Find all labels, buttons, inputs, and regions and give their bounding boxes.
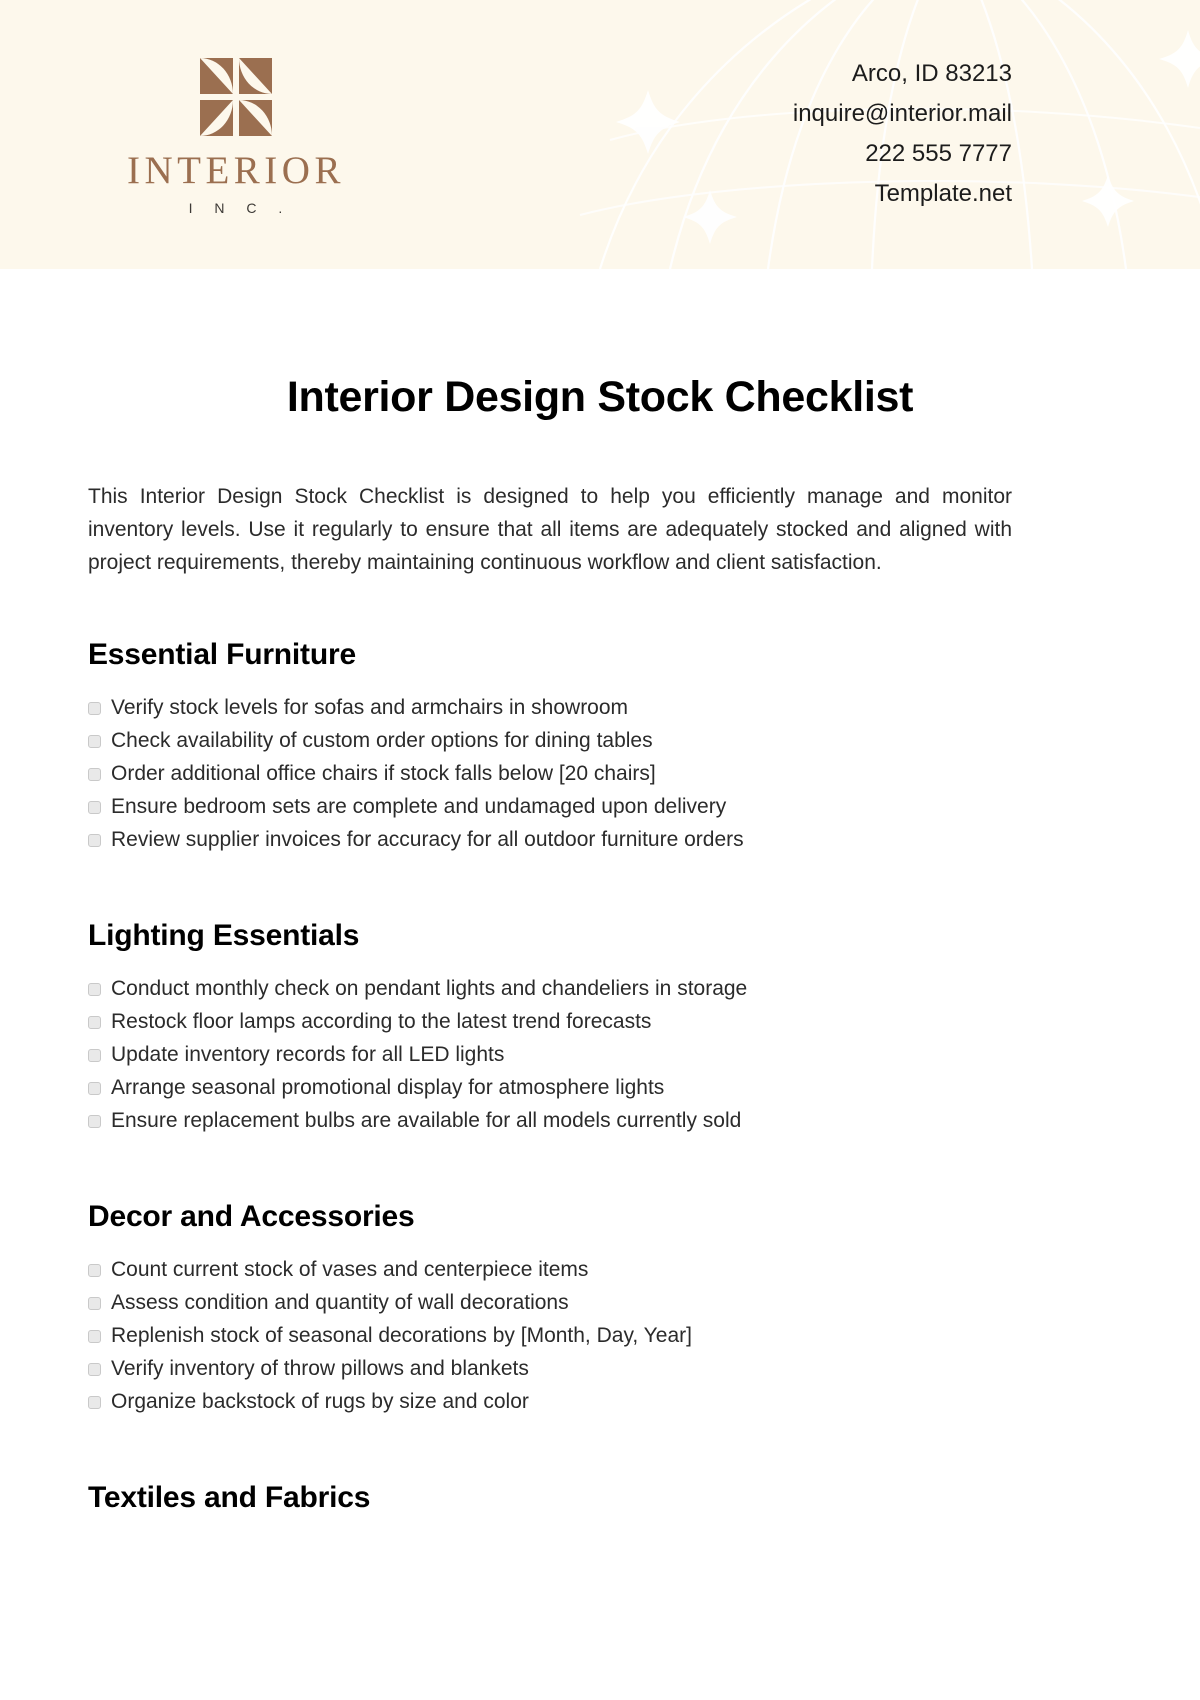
list-item-label: Assess condition and quantity of wall de…: [111, 1291, 569, 1315]
list-item-label: Count current stock of vases and centerp…: [111, 1258, 589, 1282]
list-item[interactable]: Organize backstock of rugs by size and c…: [88, 1389, 1112, 1414]
section-heading: Textiles and Fabrics: [88, 1481, 371, 1515]
list-item-label: Restock floor lamps according to the lat…: [111, 1010, 652, 1034]
checkbox-icon[interactable]: [88, 983, 101, 997]
contact-email[interactable]: inquire@interior.mail: [793, 94, 1012, 134]
list-item[interactable]: Replenish stock of seasonal decorations …: [88, 1323, 1112, 1348]
checklist: Count current stock of vases and centerp…: [88, 1257, 1112, 1414]
checkbox-icon[interactable]: [88, 702, 101, 716]
checkbox-icon[interactable]: [88, 801, 101, 815]
list-item[interactable]: Verify stock levels for sofas and armcha…: [88, 695, 1112, 720]
checkbox-icon[interactable]: [88, 1330, 101, 1344]
checkbox-icon[interactable]: [88, 735, 101, 749]
checkbox-icon[interactable]: [88, 1082, 101, 1096]
list-item-label: Conduct monthly check on pendant lights …: [111, 977, 748, 1001]
list-item-label: Verify stock levels for sofas and armcha…: [111, 696, 629, 720]
list-item[interactable]: Arrange seasonal promotional display for…: [88, 1075, 1112, 1100]
section-essential-furniture: Essential Furniture Verify stock levels …: [88, 637, 1112, 852]
list-item[interactable]: Restock floor lamps according to the lat…: [88, 1009, 1112, 1034]
brand-logo: INTERIOR I N C .: [110, 58, 362, 215]
list-item-label: Organize backstock of rugs by size and c…: [111, 1390, 529, 1414]
logo-wordmark: INTERIOR: [127, 149, 345, 192]
section-textiles-and-fabrics: Textiles and Fabrics: [88, 1480, 1112, 1516]
list-item-label: Arrange seasonal promotional display for…: [111, 1076, 665, 1100]
contact-website[interactable]: Template.net: [793, 174, 1012, 214]
list-item-label: Replenish stock of seasonal decorations …: [111, 1324, 692, 1348]
section-decor-and-accessories: Decor and Accessories Count current stoc…: [88, 1199, 1112, 1414]
checkbox-icon[interactable]: [88, 1016, 101, 1030]
section-heading: Essential Furniture: [88, 638, 356, 672]
list-item-label: Ensure bedroom sets are complete and und…: [111, 795, 727, 819]
page-header: INTERIOR I N C . Arco, ID 83213 inquire@…: [0, 0, 1200, 269]
contact-address: Arco, ID 83213: [851, 60, 1012, 87]
list-item-label: Order additional office chairs if stock …: [111, 762, 656, 786]
checkbox-icon[interactable]: [88, 1264, 101, 1278]
list-item-label: Verify inventory of throw pillows and bl…: [111, 1357, 529, 1381]
checklist: Verify stock levels for sofas and armcha…: [88, 695, 1112, 852]
list-item[interactable]: Assess condition and quantity of wall de…: [88, 1290, 1112, 1315]
list-item[interactable]: Ensure bedroom sets are complete and und…: [88, 794, 1112, 819]
list-item-label: Review supplier invoices for accuracy fo…: [111, 828, 744, 852]
section-heading: Lighting Essentials: [88, 919, 360, 953]
contact-phone[interactable]: 222 555 7777: [793, 134, 1012, 174]
list-item[interactable]: Review supplier invoices for accuracy fo…: [88, 827, 1112, 852]
section-lighting-essentials: Lighting Essentials Conduct monthly chec…: [88, 918, 1112, 1133]
document-body: Interior Design Stock Checklist This Int…: [0, 373, 1200, 1516]
list-item[interactable]: Conduct monthly check on pendant lights …: [88, 976, 1112, 1001]
checkbox-icon[interactable]: [88, 768, 101, 782]
logo-suffix: I N C .: [188, 200, 292, 216]
checklist: Conduct monthly check on pendant lights …: [88, 976, 1112, 1133]
checkbox-icon[interactable]: [88, 1297, 101, 1311]
list-item[interactable]: Update inventory records for all LED lig…: [88, 1042, 1112, 1067]
contact-info: Arco, ID 83213 inquire@interior.mail 222…: [793, 54, 1012, 214]
list-item[interactable]: Count current stock of vases and centerp…: [88, 1257, 1112, 1282]
section-heading: Decor and Accessories: [88, 1200, 415, 1234]
checkbox-icon[interactable]: [88, 1396, 101, 1410]
list-item-label: Check availability of custom order optio…: [111, 729, 653, 753]
intro-paragraph: This Interior Design Stock Checklist is …: [88, 485, 1012, 575]
list-item-label: Ensure replacement bulbs are available f…: [111, 1109, 742, 1133]
checkbox-icon[interactable]: [88, 1115, 101, 1129]
list-item[interactable]: Verify inventory of throw pillows and bl…: [88, 1356, 1112, 1381]
list-item[interactable]: Check availability of custom order optio…: [88, 728, 1112, 753]
page-title: Interior Design Stock Checklist: [286, 373, 914, 421]
list-item[interactable]: Order additional office chairs if stock …: [88, 761, 1112, 786]
checkbox-icon[interactable]: [88, 1049, 101, 1063]
interior-logo-mark-icon: [200, 58, 272, 136]
list-item-label: Update inventory records for all LED lig…: [111, 1043, 505, 1067]
checkbox-icon[interactable]: [88, 1363, 101, 1377]
document-page: INTERIOR I N C . Arco, ID 83213 inquire@…: [0, 0, 1200, 1700]
list-item[interactable]: Ensure replacement bulbs are available f…: [88, 1108, 1112, 1133]
checkbox-icon[interactable]: [88, 834, 101, 848]
